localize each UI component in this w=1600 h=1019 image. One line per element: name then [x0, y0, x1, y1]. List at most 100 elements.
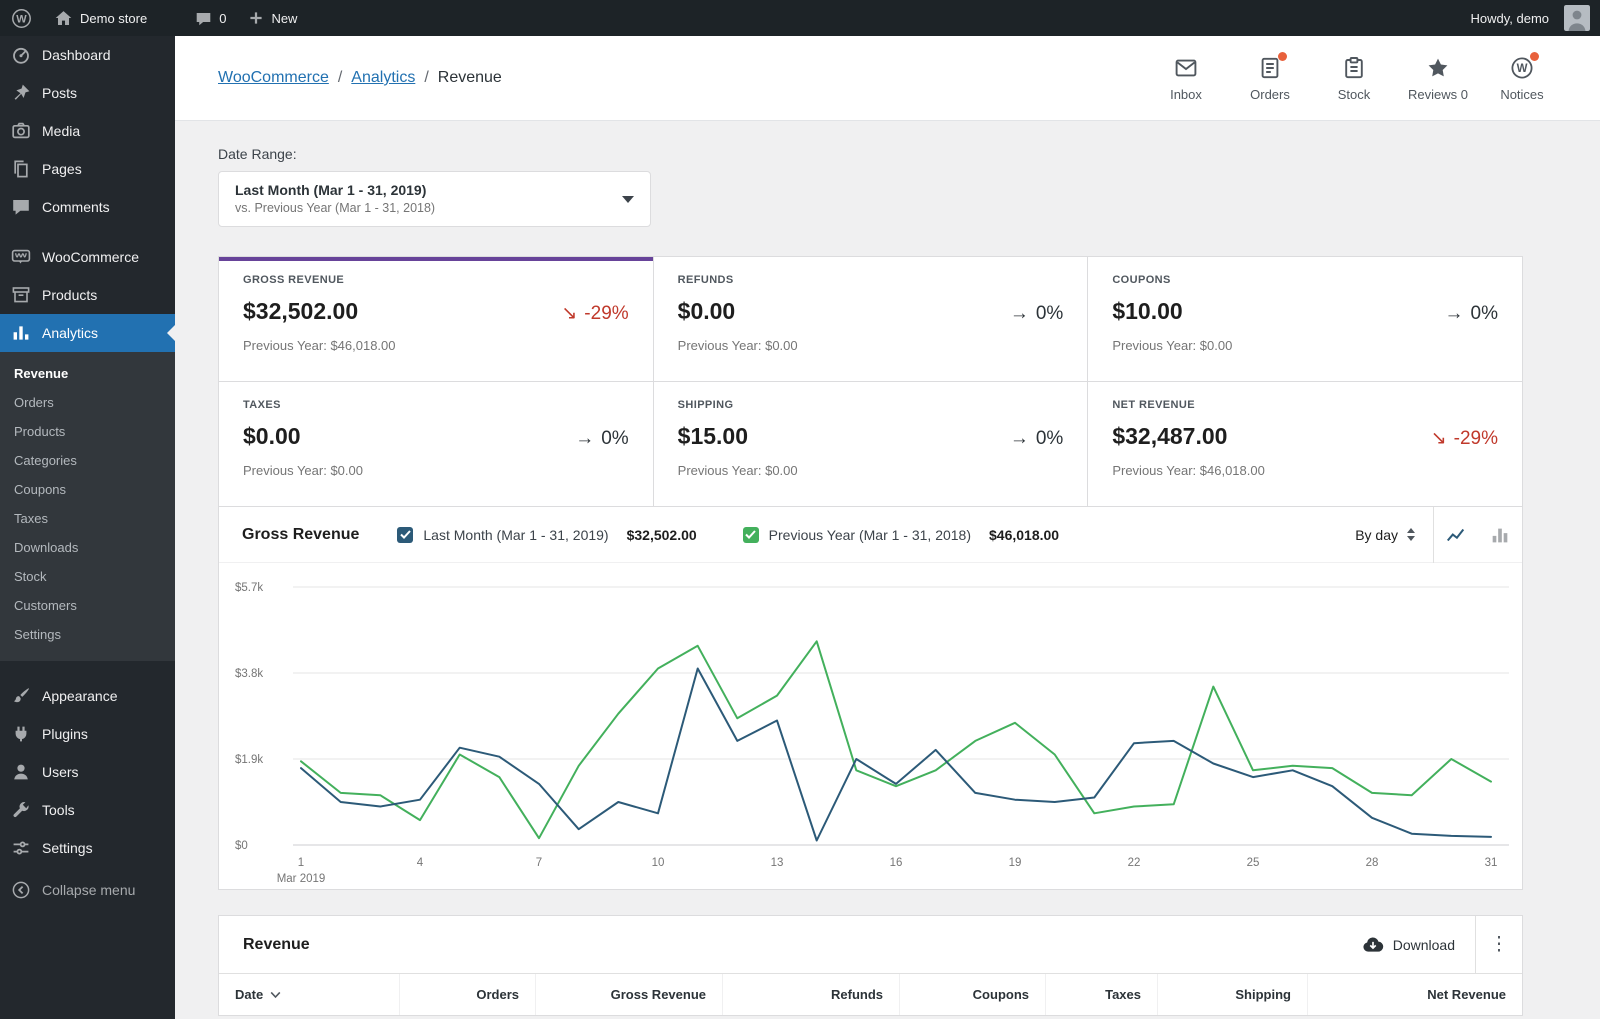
column-header-coupons[interactable]: Coupons	[899, 974, 1045, 1015]
tab-inbox[interactable]: Inbox	[1144, 36, 1228, 121]
sidebar-item-tools[interactable]: Tools	[0, 791, 175, 829]
interval-select[interactable]: By day	[1355, 527, 1415, 543]
analytics-icon	[11, 323, 31, 343]
plus-icon	[248, 10, 264, 26]
column-header-date[interactable]: Date	[219, 974, 399, 1015]
legend-previous-year[interactable]: Previous Year (Mar 1 - 31, 2018) $46,018…	[742, 526, 1059, 543]
column-header-net-revenue[interactable]: Net Revenue	[1307, 974, 1522, 1015]
stock-icon	[1342, 56, 1366, 80]
legend-last-month[interactable]: Last Month (Mar 1 - 31, 2019) $32,502.00	[397, 526, 697, 543]
sidebar-subitem-orders[interactable]: Orders	[0, 388, 175, 417]
date-range-select[interactable]: Last Month (Mar 1 - 31, 2019) vs. Previo…	[218, 171, 651, 227]
sidebar-item-products[interactable]: Products	[0, 276, 175, 314]
analytics-submenu: Revenue Orders Products Categories Coupo…	[0, 352, 175, 661]
sidebar-subitem-customers[interactable]: Customers	[0, 591, 175, 620]
sidebar-item-label: Comments	[42, 199, 110, 215]
card-value: $15.00	[677, 423, 749, 449]
summary-card-shipping[interactable]: SHIPPING $15.00 → 0% Previous Year: $0.00	[653, 382, 1088, 506]
site-name-label: Demo store	[80, 10, 148, 26]
media-icon	[11, 121, 31, 141]
sidebar-subitem-downloads[interactable]: Downloads	[0, 533, 175, 562]
sidebar-item-woocommerce[interactable]: WooCommerce	[0, 238, 175, 276]
card-value: $0.00	[243, 423, 301, 449]
active-menu-arrow	[167, 325, 175, 341]
column-header-gross-revenue[interactable]: Gross Revenue	[535, 974, 722, 1015]
sidebar-subitem-coupons[interactable]: Coupons	[0, 475, 175, 504]
sidebar-item-users[interactable]: Users	[0, 753, 175, 791]
sidebar-subitem-taxes[interactable]: Taxes	[0, 504, 175, 533]
account-menu[interactable]: Howdy, demo	[1459, 0, 1560, 36]
summary-card-gross-revenue[interactable]: GROSS REVENUE $32,502.00 ↘ -29% Previous …	[219, 257, 653, 381]
tab-label: Orders	[1250, 86, 1290, 102]
new-content-menu[interactable]: New	[237, 0, 308, 36]
trend-flat-icon: →	[1009, 303, 1029, 324]
tab-notices[interactable]: W Notices	[1480, 36, 1564, 121]
sidebar-item-posts[interactable]: Posts	[0, 74, 175, 112]
sidebar-subitem-products[interactable]: Products	[0, 417, 175, 446]
sidebar-item-comments[interactable]: Comments	[0, 188, 175, 226]
main-column: Date Range: Last Month (Mar 1 - 31, 2019…	[175, 121, 1600, 1016]
summary-card-coupons[interactable]: COUPONS $10.00 → 0% Previous Year: $0.00	[1088, 257, 1522, 381]
summary-card-refunds[interactable]: REFUNDS $0.00 → 0% Previous Year: $0.00	[653, 257, 1088, 381]
sidebar-subitem-categories[interactable]: Categories	[0, 446, 175, 475]
breadcrumb-link-woocommerce[interactable]: WooCommerce	[218, 69, 329, 87]
menu-separator	[0, 226, 175, 238]
summary-card-taxes[interactable]: TAXES $0.00 → 0% Previous Year: $0.00	[219, 382, 653, 506]
kebab-menu-button[interactable]: ⋮	[1476, 916, 1522, 973]
sidebar-item-pages[interactable]: Pages	[0, 150, 175, 188]
sidebar-item-label: Plugins	[42, 726, 88, 742]
card-previous: Previous Year: $0.00	[677, 338, 798, 353]
checkbox-checked-icon	[397, 526, 414, 543]
tab-label: Inbox	[1170, 86, 1202, 102]
comments-icon	[11, 197, 31, 217]
bar-chart-toggle-button[interactable]	[1478, 507, 1522, 563]
admin-sidebar: Dashboard Posts Media Pages Comments Woo…	[0, 36, 175, 1019]
sidebar-subitem-revenue[interactable]: Revenue	[0, 359, 175, 388]
sidebar-item-label: WooCommerce	[42, 249, 139, 265]
line-chart-toggle-button[interactable]	[1434, 507, 1478, 563]
sidebar-item-plugins[interactable]: Plugins	[0, 715, 175, 753]
tab-stock[interactable]: Stock	[1312, 36, 1396, 121]
revenue-line-chart[interactable]: $0 $1.9k $3.8k $5.7k 1 4 7 10 13 16 19 22 25 28 31 Mar …	[219, 573, 1520, 887]
breadcrumb-link-analytics[interactable]: Analytics	[351, 69, 415, 87]
table-title: Revenue	[243, 935, 310, 953]
summary-grid: GROSS REVENUE $32,502.00 ↘ -29% Previous …	[218, 256, 1523, 507]
unread-dot	[1278, 51, 1287, 61]
wordpress-menu[interactable]: W	[0, 0, 43, 36]
table-column-headers: Date Orders Gross Revenue Refunds Coupon…	[219, 973, 1522, 1015]
column-header-orders[interactable]: Orders	[399, 974, 535, 1015]
card-delta: 0%	[601, 428, 629, 449]
tab-label: Reviews 0	[1408, 86, 1468, 102]
comments-shortcut[interactable]: 0	[184, 0, 237, 36]
sidebar-item-label: Analytics	[42, 325, 99, 341]
revenue-table-panel: Revenue Download ⋮ Date Orders Gross Rev…	[218, 915, 1523, 1016]
page-header: WooCommerce / Analytics / Revenue Inbox …	[175, 36, 1600, 121]
woocommerce-icon	[11, 247, 31, 267]
tab-orders[interactable]: Orders	[1228, 36, 1312, 121]
card-label: REFUNDS	[677, 274, 734, 286]
tab-reviews[interactable]: Reviews 0	[1396, 36, 1480, 121]
sidebar-subitem-settings[interactable]: Settings	[0, 620, 175, 649]
download-button[interactable]: Download	[1342, 916, 1475, 973]
column-header-shipping[interactable]: Shipping	[1157, 974, 1307, 1015]
card-delta: -29%	[584, 303, 629, 324]
column-header-taxes[interactable]: Taxes	[1045, 974, 1157, 1015]
sidebar-subitem-stock[interactable]: Stock	[0, 562, 175, 591]
collapse-menu-button[interactable]: Collapse menu	[0, 871, 175, 909]
chart-title: Gross Revenue	[242, 525, 360, 543]
avatar[interactable]	[1564, 5, 1590, 31]
trend-flat-icon: →	[1009, 428, 1029, 449]
sidebar-item-dashboard[interactable]: Dashboard	[0, 36, 175, 74]
sidebar-item-appearance[interactable]: Appearance	[0, 677, 175, 715]
sidebar-item-label: Dashboard	[42, 47, 111, 63]
summary-card-net-revenue[interactable]: NET REVENUE $32,487.00 ↘ -29% Previous Ye…	[1088, 382, 1522, 506]
home-icon	[54, 9, 73, 28]
column-header-refunds[interactable]: Refunds	[722, 974, 899, 1015]
sidebar-item-media[interactable]: Media	[0, 112, 175, 150]
sidebar-item-settings[interactable]: Settings	[0, 829, 175, 867]
sidebar-item-analytics[interactable]: Analytics	[0, 314, 175, 352]
kebab-icon: ⋮	[1489, 934, 1509, 955]
svg-text:16: 16	[890, 857, 903, 869]
site-name-link[interactable]: Demo store	[43, 0, 158, 36]
svg-text:$0: $0	[235, 840, 248, 852]
